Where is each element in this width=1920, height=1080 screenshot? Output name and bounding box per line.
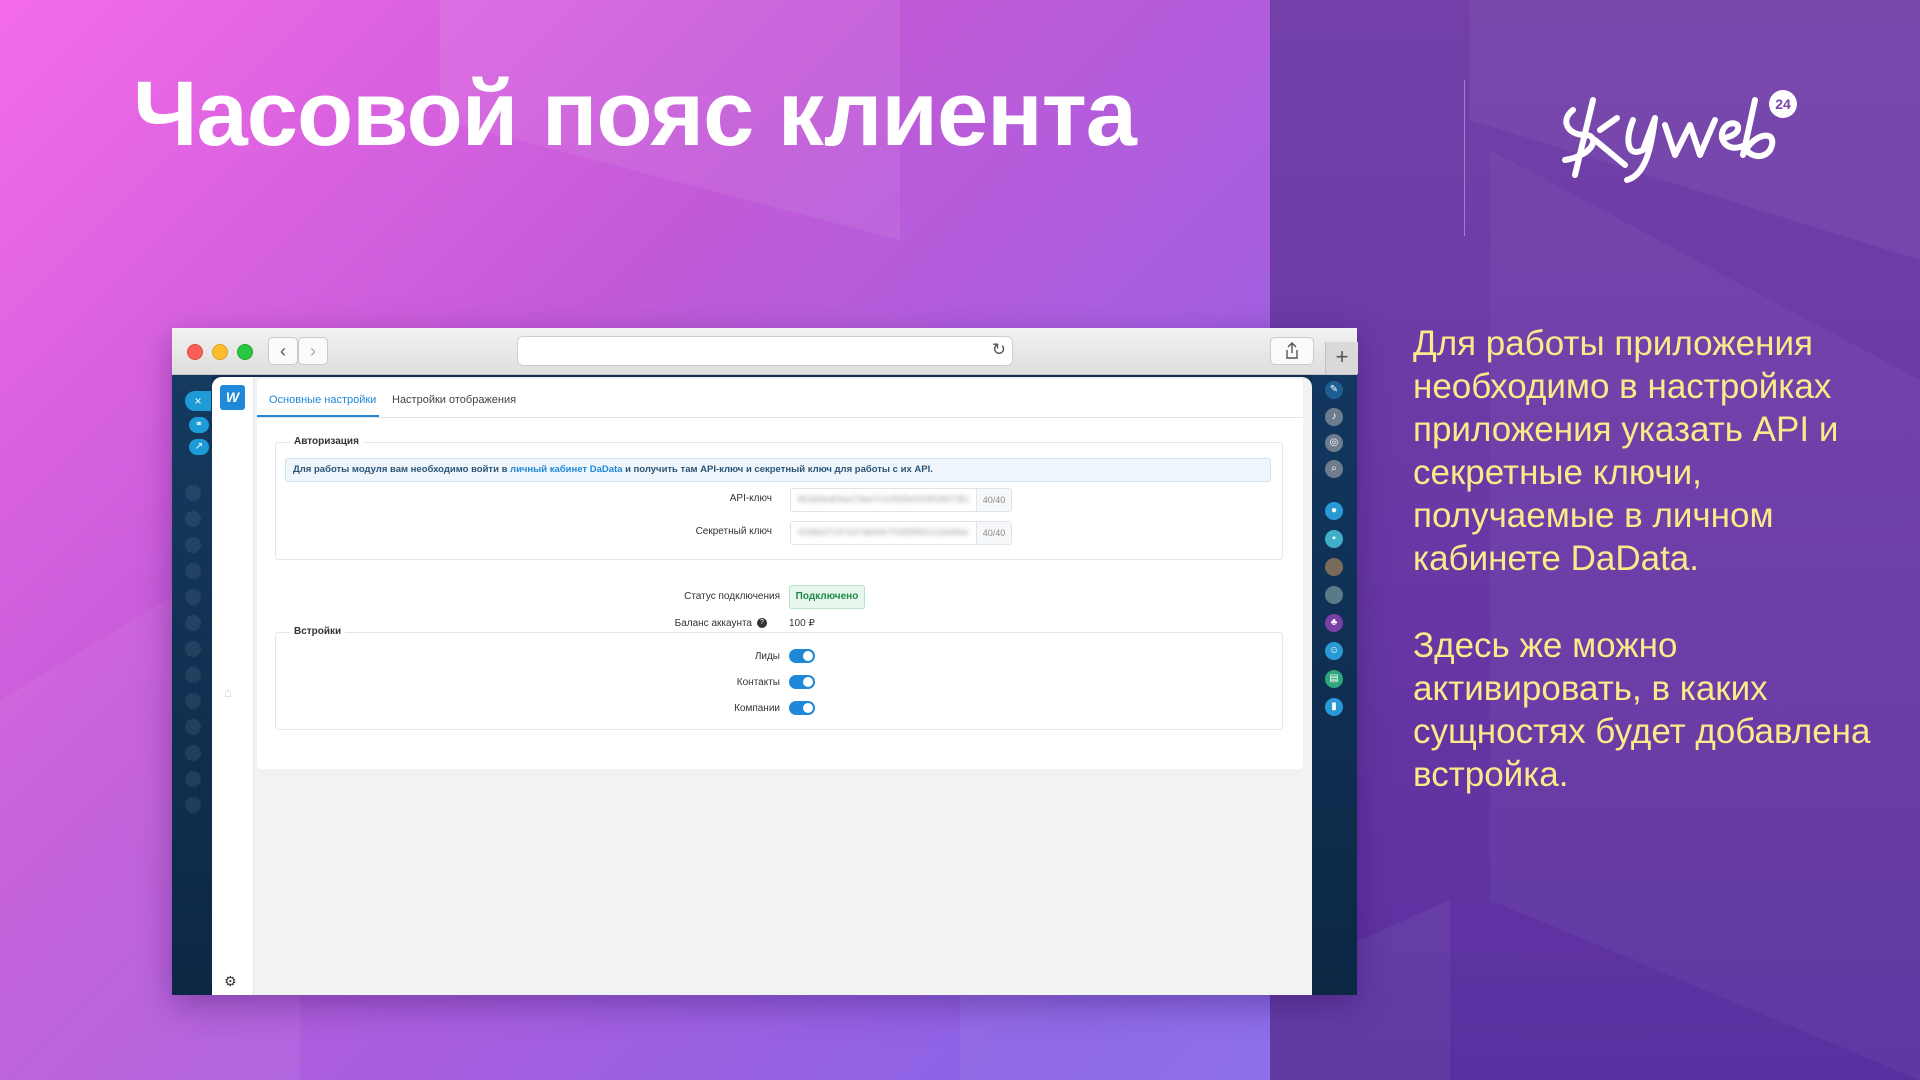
open-new-window-button[interactable]: ↗ <box>189 439 209 455</box>
share-button[interactable] <box>1270 337 1314 365</box>
sidebar-item[interactable] <box>185 667 201 683</box>
dadata-cabinet-link[interactable]: личный кабинет DaData <box>510 464 622 475</box>
embed-companies-label: Компании <box>734 703 780 714</box>
embeds-legend: Встройки <box>290 626 346 637</box>
share-icon <box>1286 342 1298 359</box>
secret-key-input[interactable]: 42d8a37c47a37ab94e7fc835f50c1cbd46ad34 4… <box>790 521 1012 545</box>
info-text-suffix: и получить там API-ключ и секретный ключ… <box>622 464 933 475</box>
crm-app: × ⚭ ↗ W ⌂ ⚙ Основные настройки Настройки… <box>172 375 1357 995</box>
browser-window: ‹ › ↻ + × ⚭ ↗ W ⌂ ⚙ Основные настройки Н… <box>172 328 1358 995</box>
sidebar-item[interactable] <box>185 485 201 501</box>
address-bar[interactable]: ↻ <box>517 336 1013 366</box>
description-paragraph-2: Здесь же можно активировать, в каких сущ… <box>1413 626 1871 794</box>
back-button[interactable]: ‹ <box>268 337 298 365</box>
api-key-counter: 40/40 <box>976 489 1011 511</box>
settings-tabs: Основные настройки Настройки отображения <box>257 379 1303 418</box>
secret-key-counter: 40/40 <box>976 522 1011 544</box>
crm-right-sidebar: ✎ ♪ ◎ ⌕ ● ▪ ♣ ☺ ▤ ▮ <box>1312 375 1357 995</box>
minimize-window-button[interactable] <box>212 344 228 360</box>
skyweb-logo: 24 <box>1555 80 1805 190</box>
header-divider <box>1464 80 1465 236</box>
api-key-value: 863a9ed04ea7dee7c41f52be919918073617d9 <box>798 494 968 504</box>
reload-icon[interactable]: ↻ <box>992 340 1006 360</box>
sidebar-item[interactable] <box>185 771 201 787</box>
close-window-button[interactable] <box>187 344 203 360</box>
new-tab-button[interactable]: + <box>1325 342 1358 374</box>
embed-leads-label: Лиды <box>754 651 780 662</box>
info-text-prefix: Для работы модуля вам необходимо войти в <box>293 464 511 475</box>
sidebar-item[interactable] <box>185 511 201 527</box>
sidebar-item[interactable] <box>185 745 201 761</box>
status-badge: Подключено <box>789 585 865 609</box>
slide-title: Часовой пояс клиента <box>133 63 1137 165</box>
account-balance-label: Баланс аккаунта <box>674 618 752 629</box>
secret-key-value: 42d8a37c47a37ab94e7fc835f50c1cbd46ad34 <box>798 527 968 537</box>
app-logo: W <box>220 385 245 410</box>
contact-icon[interactable]: ● <box>1325 502 1343 520</box>
api-key-label: API-ключ <box>729 493 772 504</box>
authorization-legend: Авторизация <box>290 436 363 447</box>
calendar-icon[interactable]: ▤ <box>1325 670 1343 688</box>
secret-key-label: Секретный ключ <box>695 526 772 537</box>
forward-button[interactable]: › <box>298 337 328 365</box>
active-tab-indicator <box>257 415 379 417</box>
sidebar-item[interactable] <box>185 797 201 813</box>
connection-status-label: Статус подключения <box>684 591 780 602</box>
account-balance-label-wrap: Баланс аккаунта? <box>567 618 767 629</box>
open-lines-icon[interactable]: ✎ <box>1325 381 1343 399</box>
external-link-icon: ↗ <box>194 441 204 452</box>
bell-icon[interactable]: ♪ <box>1325 408 1343 426</box>
search-icon[interactable]: ⌕ <box>1325 460 1343 478</box>
chevron-left-icon: ‹ <box>280 341 286 361</box>
app-settings-panel: W ⌂ ⚙ Основные настройки Настройки отобр… <box>212 377 1312 995</box>
gear-icon[interactable]: ⚙ <box>224 973 237 990</box>
copilot-icon[interactable]: ◎ <box>1325 434 1343 452</box>
copy-link-button[interactable]: ⚭ <box>189 417 209 433</box>
maximize-window-button[interactable] <box>237 344 253 360</box>
bookmark-icon[interactable]: ▮ <box>1325 698 1343 716</box>
close-icon: × <box>194 394 202 408</box>
auth-info-alert: Для работы модуля вам необходимо войти в… <box>285 458 1271 482</box>
avatar[interactable] <box>1325 558 1343 576</box>
embed-contacts-toggle[interactable] <box>789 675 815 689</box>
sidebar-item[interactable] <box>185 537 201 553</box>
embed-leads-toggle[interactable] <box>789 649 815 663</box>
sidebar-item[interactable] <box>185 615 201 631</box>
tab-main-settings[interactable]: Основные настройки <box>269 394 376 406</box>
chat-icon[interactable]: ▪ <box>1325 530 1343 548</box>
sidebar-item[interactable] <box>185 719 201 735</box>
group-icon[interactable]: ♣ <box>1325 614 1343 632</box>
plus-icon: + <box>1335 344 1349 369</box>
embed-companies-toggle[interactable] <box>789 701 815 715</box>
tab-display-settings[interactable]: Настройки отображения <box>392 394 516 406</box>
description-paragraph-1: Для работы приложения необходимо в настр… <box>1413 324 1839 578</box>
settings-card: Основные настройки Настройки отображения… <box>257 379 1303 769</box>
sidebar-item[interactable] <box>185 693 201 709</box>
link-icon: ⚭ <box>194 419 204 430</box>
close-slider-button[interactable]: × <box>185 391 211 411</box>
browser-toolbar: ‹ › ↻ + <box>172 328 1358 375</box>
crm-left-sidebar: × ⚭ ↗ <box>172 375 212 995</box>
help-icon[interactable]: ? <box>757 618 767 629</box>
logo-badge: 24 <box>1775 96 1791 112</box>
sidebar-item[interactable] <box>185 563 201 579</box>
app-inner-sidebar: W ⌂ ⚙ <box>212 377 254 995</box>
embed-contacts-label: Контакты <box>736 677 780 688</box>
chevron-right-icon: › <box>310 341 316 361</box>
sidebar-item[interactable] <box>185 589 201 605</box>
bot-icon[interactable]: ☺ <box>1325 642 1343 660</box>
account-balance-value: 100 ₽ <box>789 618 815 629</box>
api-key-input[interactable]: 863a9ed04ea7dee7c41f52be919918073617d9 4… <box>790 488 1012 512</box>
avatar[interactable] <box>1325 586 1343 604</box>
home-icon[interactable]: ⌂ <box>224 685 232 700</box>
sidebar-item[interactable] <box>185 641 201 657</box>
authorization-fieldset: Авторизация Для работы модуля вам необхо… <box>275 436 1283 560</box>
